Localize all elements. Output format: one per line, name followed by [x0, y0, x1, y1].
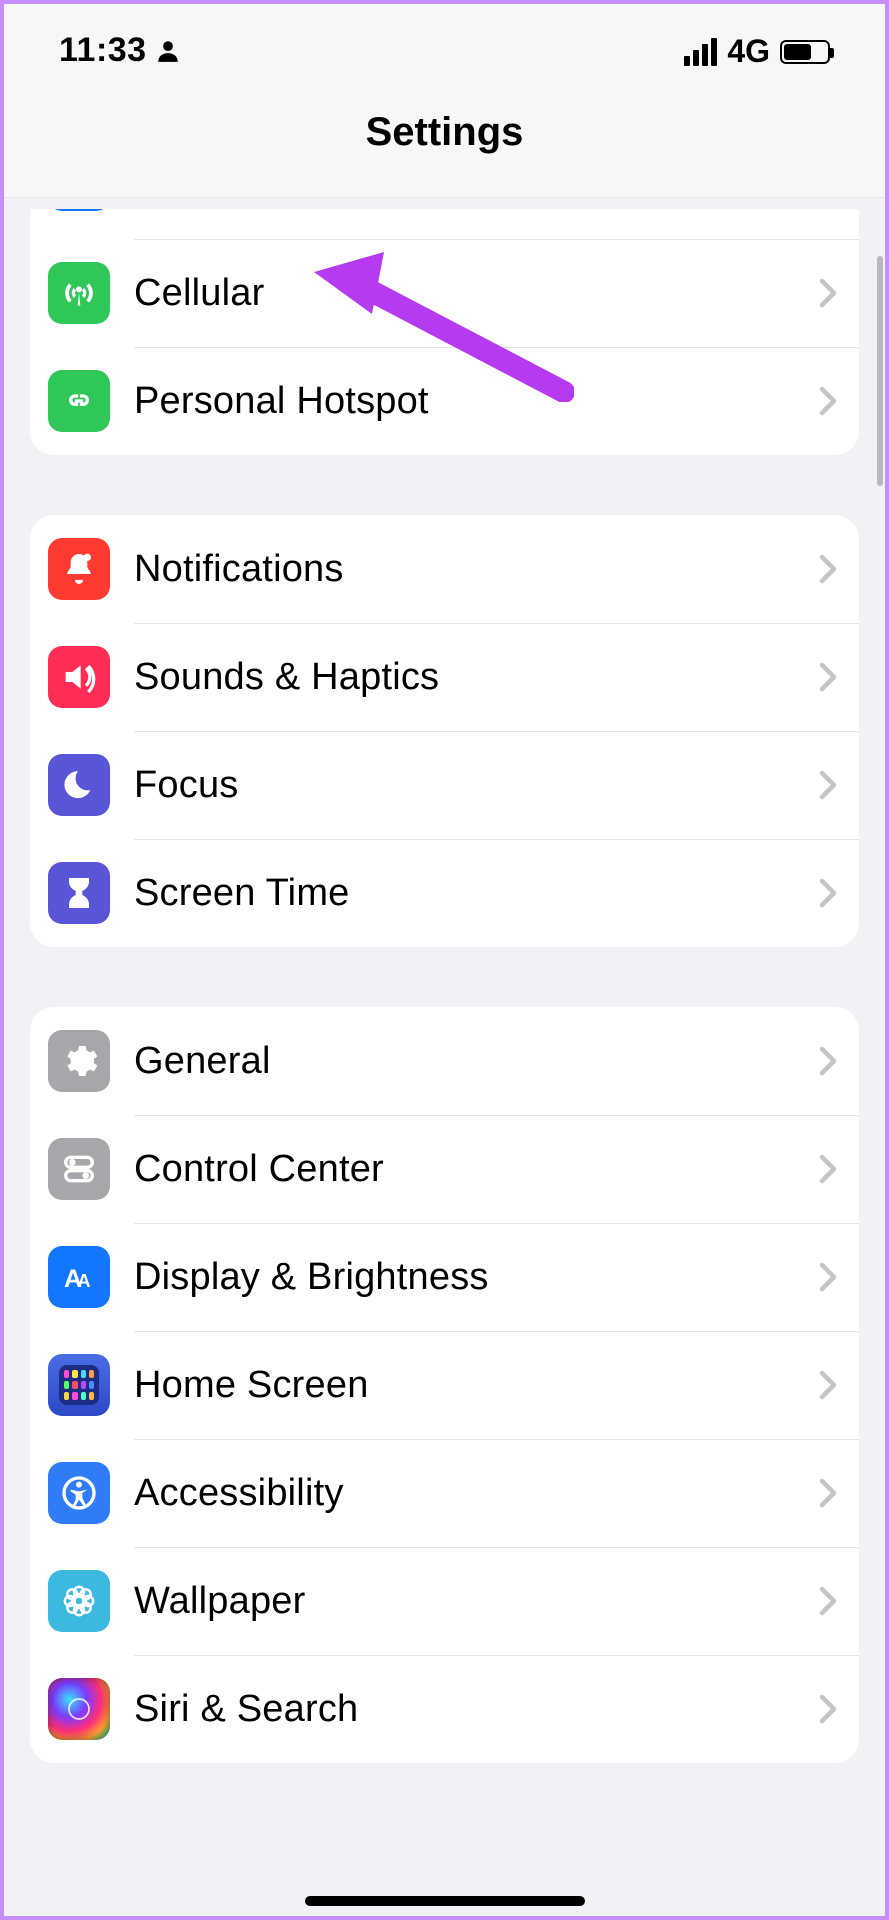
status-time: 11:33 — [59, 31, 147, 70]
screen-time-label: Screen Time — [134, 872, 819, 915]
row-cellular[interactable]: Cellular — [30, 239, 859, 347]
wallpaper-icon — [48, 1570, 110, 1632]
bluetooth-icon — [48, 209, 110, 211]
focus-icon — [48, 754, 110, 816]
focus-label: Focus — [134, 764, 819, 807]
screen-time-icon — [48, 862, 110, 924]
siri-label: Siri & Search — [134, 1688, 819, 1731]
row-general[interactable]: General — [30, 1007, 859, 1115]
general-label: General — [134, 1040, 819, 1083]
row-focus[interactable]: Focus — [30, 731, 859, 839]
signal-bars-icon — [684, 38, 717, 66]
chevron-right-icon — [819, 1370, 837, 1400]
wallpaper-label: Wallpaper — [134, 1580, 819, 1623]
gear-icon — [48, 1030, 110, 1092]
siri-icon — [48, 1678, 110, 1740]
chevron-right-icon — [819, 1478, 837, 1508]
home-screen-label: Home Screen — [134, 1364, 819, 1407]
page-title: Settings — [4, 74, 885, 198]
group-attention: Notifications Sounds & Haptics Focus — [30, 515, 859, 947]
display-icon: AA — [48, 1246, 110, 1308]
status-left: 11:33 — [59, 31, 181, 70]
sounds-label: Sounds & Haptics — [134, 656, 819, 699]
row-screen-time[interactable]: Screen Time — [30, 839, 859, 947]
chevron-right-icon — [819, 386, 837, 416]
row-sounds-haptics[interactable]: Sounds & Haptics — [30, 623, 859, 731]
notifications-label: Notifications — [134, 548, 819, 591]
chevron-right-icon — [819, 770, 837, 800]
home-screen-icon — [48, 1354, 110, 1416]
cellular-label: Cellular — [134, 272, 819, 315]
chevron-right-icon — [819, 1586, 837, 1616]
chevron-right-icon — [819, 662, 837, 692]
row-notifications[interactable]: Notifications — [30, 515, 859, 623]
sounds-icon — [48, 646, 110, 708]
screen: 11:33 4G Settings Bluetooth Not Connec — [0, 0, 889, 1920]
chevron-right-icon — [819, 1154, 837, 1184]
cellular-icon — [48, 262, 110, 324]
row-bluetooth[interactable]: Bluetooth Not Connected — [30, 209, 859, 239]
row-siri-search[interactable]: Siri & Search — [30, 1655, 859, 1763]
row-control-center[interactable]: Control Center — [30, 1115, 859, 1223]
status-bar: 11:33 4G — [4, 4, 885, 74]
row-accessibility[interactable]: Accessibility — [30, 1439, 859, 1547]
profile-icon — [155, 38, 181, 64]
group-connectivity: Bluetooth Not Connected Cellular — [30, 209, 859, 455]
row-display-brightness[interactable]: AA Display & Brightness — [30, 1223, 859, 1331]
accessibility-icon — [48, 1462, 110, 1524]
home-indicator[interactable] — [305, 1896, 585, 1906]
chevron-right-icon — [819, 278, 837, 308]
control-center-icon — [48, 1138, 110, 1200]
hotspot-label: Personal Hotspot — [134, 380, 819, 423]
row-home-screen[interactable]: Home Screen — [30, 1331, 859, 1439]
notifications-icon — [48, 538, 110, 600]
chevron-right-icon — [819, 1694, 837, 1724]
control-center-label: Control Center — [134, 1148, 819, 1191]
svg-text:A: A — [77, 1270, 90, 1291]
chevron-right-icon — [819, 554, 837, 584]
battery-icon — [780, 40, 830, 64]
display-label: Display & Brightness — [134, 1256, 819, 1299]
scroll-indicator[interactable] — [877, 256, 883, 486]
chevron-right-icon — [819, 1046, 837, 1076]
group-general-settings: General Control Center AA Display & Brig… — [30, 1007, 859, 1763]
status-right: 4G — [684, 33, 830, 70]
chevron-right-icon — [819, 1262, 837, 1292]
accessibility-label: Accessibility — [134, 1472, 819, 1515]
settings-content[interactable]: Bluetooth Not Connected Cellular — [4, 209, 885, 1916]
row-wallpaper[interactable]: Wallpaper — [30, 1547, 859, 1655]
row-personal-hotspot[interactable]: Personal Hotspot — [30, 347, 859, 455]
hotspot-icon — [48, 370, 110, 432]
chevron-right-icon — [819, 878, 837, 908]
network-label: 4G — [727, 33, 770, 70]
